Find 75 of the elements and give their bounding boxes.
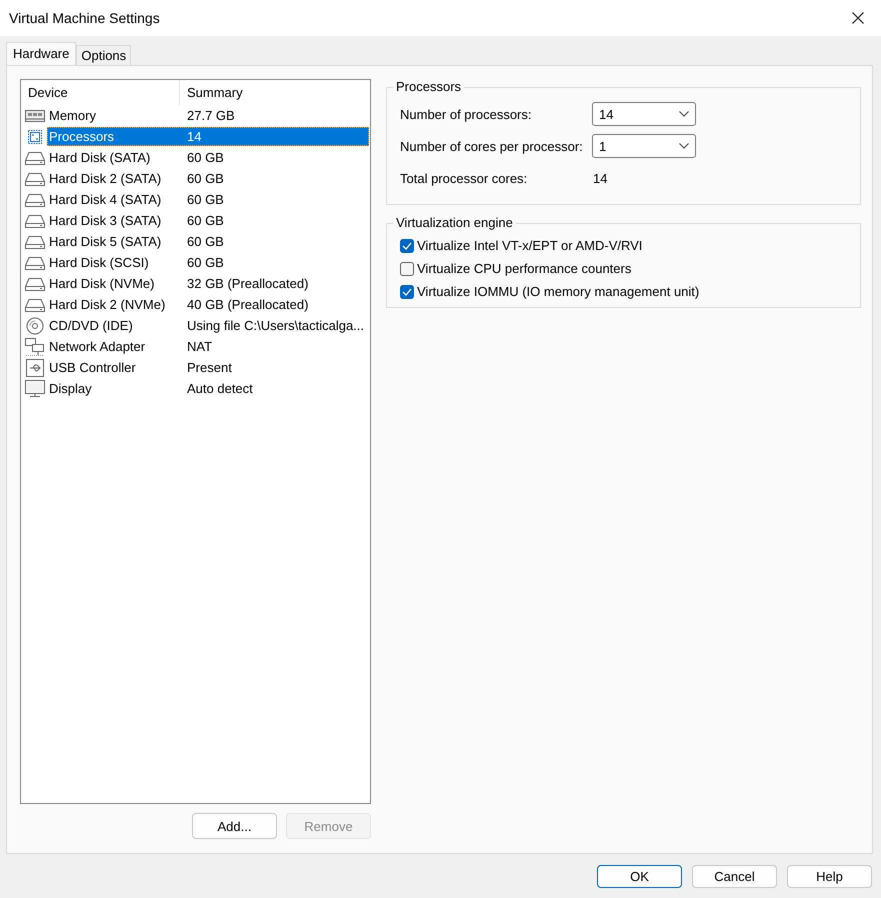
usb-icon — [26, 358, 44, 376]
device-name: Hard Disk (SCSI) — [48, 255, 150, 270]
list-row[interactable]: USB Controller Present — [47, 358, 369, 377]
device-name: USB Controller — [48, 360, 137, 375]
dropdown[interactable]: 1 — [592, 134, 696, 158]
chip-icon — [26, 128, 44, 146]
device-summary: 60 GB — [186, 255, 224, 270]
network-icon — [25, 338, 45, 356]
device-summary: 60 GB — [186, 171, 224, 186]
close-icon — [852, 12, 864, 24]
list-row[interactable]: Hard Disk (SATA) 60 GB — [47, 148, 369, 167]
device-summary: 32 GB (Preallocated) — [186, 276, 308, 291]
list-row[interactable]: Display Auto detect — [47, 379, 369, 398]
device-name: Hard Disk (NVMe) — [48, 276, 156, 291]
device-name: Network Adapter — [48, 339, 146, 354]
device-name: Display — [48, 381, 93, 396]
checkbox[interactable] — [400, 284, 414, 298]
list-row[interactable]: Memory 27.7 GB — [47, 106, 369, 125]
readout-value: 14 — [592, 170, 608, 186]
device-summary: 27.7 GB — [186, 108, 235, 123]
device-summary: Present — [186, 360, 232, 375]
checkbox[interactable] — [400, 262, 414, 276]
list-row[interactable]: Hard Disk 2 (NVMe) 40 GB (Preallocated) — [47, 295, 369, 314]
monitor-icon — [25, 380, 45, 398]
tab[interactable]: Hardware — [6, 42, 76, 65]
device-summary: 60 GB — [186, 234, 224, 249]
group-title: Virtualization engine — [393, 215, 516, 231]
device-summary: Auto detect — [186, 381, 253, 396]
list-row[interactable]: Hard Disk 3 (SATA) 60 GB — [47, 211, 369, 230]
checkbox-label: Virtualize IOMMU (IO memory management unit) — [417, 284, 700, 299]
list-row[interactable]: Hard Disk 2 (SATA) 60 GB — [47, 169, 369, 188]
dialog-button[interactable]: Help — [787, 865, 872, 888]
checkbox[interactable] — [400, 238, 414, 252]
column-header[interactable]: Summary — [180, 80, 243, 105]
dropdown[interactable]: 14 — [592, 102, 696, 126]
device-name: Hard Disk 2 (SATA) — [48, 171, 162, 186]
device-name: Hard Disk 2 (NVMe) — [48, 297, 166, 312]
device-name: Processors — [48, 129, 116, 144]
device-summary: 60 GB — [186, 150, 224, 165]
checkbox-label: Virtualize CPU performance counters — [417, 261, 632, 276]
list-row[interactable]: Hard Disk (NVMe) 32 GB (Preallocated) — [47, 274, 369, 293]
list-row[interactable]: Processors 14 — [47, 127, 369, 146]
checkbox-label: Virtualize Intel VT-x/EPT or AMD-V/RVI — [417, 238, 642, 253]
dropdown-value: 14 — [599, 106, 614, 122]
field-label: Number of processors: — [400, 106, 532, 122]
device-summary: 60 GB — [186, 213, 224, 228]
list-row[interactable]: Hard Disk 4 (SATA) 60 GB — [47, 190, 369, 209]
device-summary: 14 — [186, 129, 202, 144]
device-name: Hard Disk 3 (SATA) — [48, 213, 162, 228]
device-name: Hard Disk 5 (SATA) — [48, 234, 162, 249]
device-name: CD/DVD (IDE) — [48, 318, 134, 333]
list-row[interactable]: Hard Disk 5 (SATA) 60 GB — [47, 232, 369, 251]
dialog-button[interactable]: OK — [597, 865, 682, 888]
disc-icon — [26, 316, 44, 334]
device-name: Hard Disk 4 (SATA) — [48, 192, 162, 207]
field-label: Total processor cores: — [400, 170, 528, 186]
list-row[interactable]: Network Adapter NAT — [47, 337, 369, 356]
dialog-button[interactable]: Cancel — [692, 865, 777, 888]
device-summary: Using file C:\Users\tacticalga... — [186, 318, 364, 333]
device-summary: 40 GB (Preallocated) — [186, 297, 308, 312]
list-row[interactable]: CD/DVD (IDE) Using file C:\Users\tacticalga... — [47, 316, 369, 335]
tab[interactable]: Options — [76, 45, 132, 65]
device-name: Hard Disk (SATA) — [48, 150, 152, 165]
device-summary: NAT — [186, 339, 212, 354]
dropdown-value: 1 — [599, 138, 606, 154]
device-summary: 60 GB — [186, 192, 224, 207]
list-row[interactable]: Hard Disk (SCSI) 60 GB — [47, 253, 369, 272]
chevron-down-icon — [679, 143, 689, 149]
field-label: Number of cores per processor: — [400, 138, 584, 154]
chevron-down-icon — [679, 111, 689, 117]
window-title: Virtual Machine Settings — [8, 10, 160, 26]
column-header[interactable]: Device — [21, 80, 180, 105]
device-name: Memory — [48, 108, 97, 123]
memory-icon — [25, 108, 45, 122]
list-button[interactable]: Add... — [192, 813, 277, 839]
